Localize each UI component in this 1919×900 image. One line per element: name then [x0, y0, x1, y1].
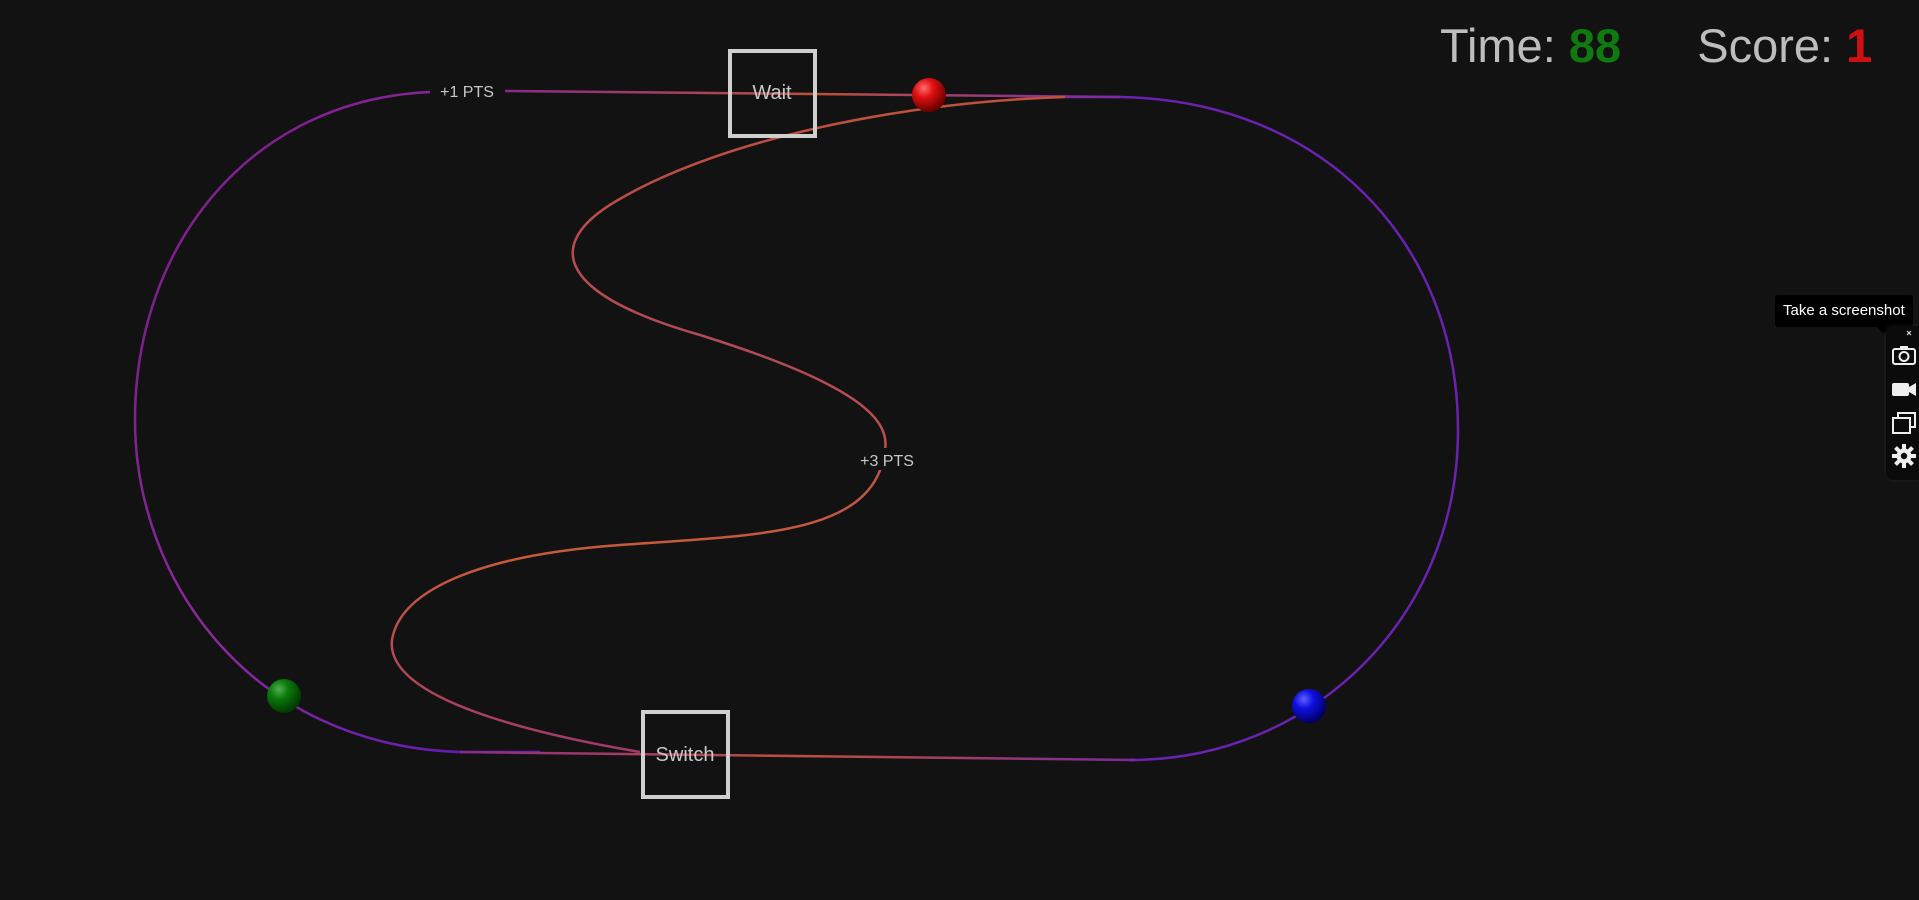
score-label: Score:: [1697, 19, 1834, 72]
gear-icon[interactable]: [1891, 443, 1917, 469]
time-label: Time:: [1440, 19, 1556, 72]
video-camera-icon[interactable]: [1891, 376, 1917, 402]
outer-points-label: +1 PTS: [440, 84, 494, 101]
game-board: +1 PTS +3 PTS Wait Switch: [0, 0, 1919, 895]
red-ball: [912, 78, 946, 112]
track-outer-left: [133, 90, 540, 754]
blue-ball: [1292, 689, 1326, 723]
wait-label: Wait: [752, 82, 792, 104]
track-inner-s-curve: [390, 95, 1066, 754]
camera-icon[interactable]: [1891, 342, 1917, 368]
hud: Time: 88 Score: 1: [1440, 18, 1872, 73]
track-canvas: +1 PTS +3 PTS Wait Switch: [133, 49, 1460, 799]
track-outer-right: [1065, 95, 1460, 762]
time-value: 88: [1568, 19, 1622, 72]
score-value: 1: [1846, 19, 1873, 72]
track-top-straight: [504, 89, 1121, 99]
inner-points-label: +3 PTS: [860, 453, 914, 470]
screenshot-tooltip: Take a screenshot: [1775, 295, 1913, 334]
close-icon[interactable]: [1906, 330, 1916, 338]
switch-label: Switch: [656, 744, 715, 766]
windows-icon[interactable]: [1891, 410, 1917, 436]
green-ball: [267, 679, 301, 713]
capture-toolbar: [1886, 326, 1919, 480]
track-bottom-straight: [459, 750, 1136, 762]
